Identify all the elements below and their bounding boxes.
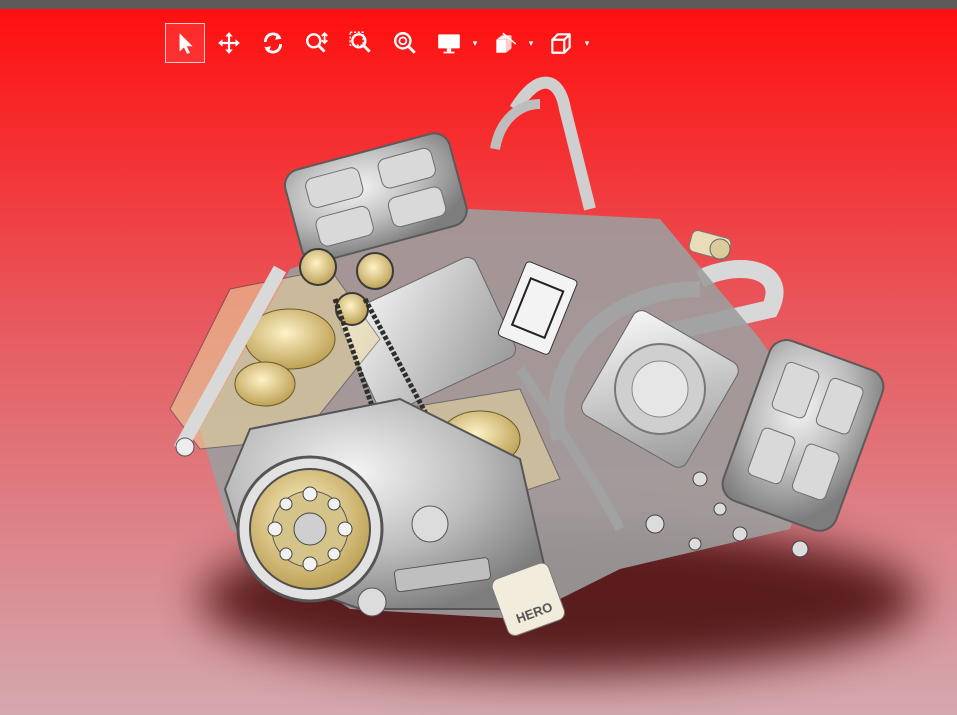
section-view-icon bbox=[496, 32, 517, 53]
select-tool-button[interactable] bbox=[165, 23, 205, 63]
cube-icon bbox=[551, 33, 571, 54]
zoom-to-fit-tool-button[interactable] bbox=[385, 23, 425, 63]
view-orientation-group: ▾ bbox=[541, 23, 593, 63]
display-style-dropdown-arrow[interactable]: ▾ bbox=[469, 23, 481, 63]
rotate-tool-button[interactable] bbox=[253, 23, 293, 63]
view-toolbar: ▾ ▾ ▾ bbox=[165, 22, 593, 64]
display-style-group: ▾ bbox=[429, 23, 481, 63]
zoom-area-icon bbox=[349, 31, 371, 53]
zoom-to-area-tool-button[interactable] bbox=[341, 23, 381, 63]
pan-tool-button[interactable] bbox=[209, 23, 249, 63]
3d-viewport[interactable]: HERO ▾ ▾ ▾ bbox=[0, 9, 957, 715]
section-view-button[interactable] bbox=[485, 23, 525, 63]
rotate-icon bbox=[264, 32, 282, 54]
monitor-icon bbox=[438, 34, 460, 54]
section-view-group: ▾ bbox=[485, 23, 537, 63]
view-orientation-button[interactable] bbox=[541, 23, 581, 63]
zoom-in-out-icon bbox=[306, 32, 328, 53]
zoom-fit-icon bbox=[394, 32, 416, 54]
scene-canvas: HERO bbox=[0, 9, 957, 715]
window-top-bar bbox=[0, 0, 957, 9]
zoom-in-out-tool-button[interactable] bbox=[297, 23, 337, 63]
display-style-button[interactable] bbox=[429, 23, 469, 63]
cursor-arrow-icon bbox=[179, 33, 193, 54]
section-view-dropdown-arrow[interactable]: ▾ bbox=[525, 23, 537, 63]
move-arrows-icon bbox=[218, 32, 240, 54]
view-orientation-dropdown-arrow[interactable]: ▾ bbox=[581, 23, 593, 63]
